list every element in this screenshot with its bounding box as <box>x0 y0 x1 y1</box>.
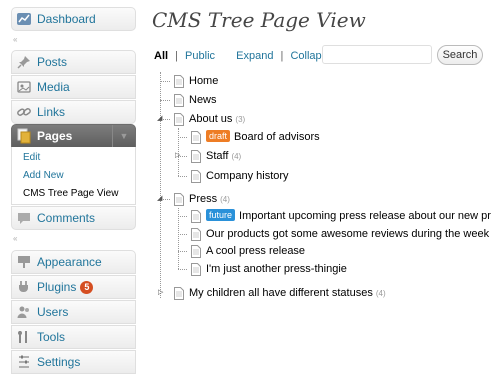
node-title: Staff <box>206 150 229 162</box>
view-filters: All | Public Expand | Collapse <box>154 50 333 62</box>
collapse-triangle-icon[interactable]: ◢ <box>157 115 162 123</box>
menu-label: Users <box>37 305 69 319</box>
admin-sidebar: Dashboard « Posts Media Links Pages ▼ Ed… <box>0 0 145 374</box>
pages-icon <box>17 128 31 144</box>
page-icon <box>191 149 201 163</box>
page-icon <box>174 74 184 88</box>
filter-separator: | <box>175 50 178 62</box>
page-icon <box>191 244 201 258</box>
menu-item-users[interactable]: Users <box>11 300 136 324</box>
search-input[interactable] <box>322 45 432 64</box>
search-button[interactable]: Search <box>437 45 483 65</box>
collapse-separator-icon[interactable]: « <box>13 235 17 243</box>
node-title: About us <box>189 113 233 125</box>
settings-icon <box>19 355 29 368</box>
pages-submenu: Edit Add New CMS Tree Page View <box>11 147 136 205</box>
media-icon <box>17 81 31 93</box>
page-icon <box>174 192 184 206</box>
node-title: A cool press release <box>206 245 306 257</box>
dashboard-icon <box>17 13 31 25</box>
child-count: (3) <box>235 115 246 124</box>
menu-item-links[interactable]: Links <box>11 100 136 124</box>
users-icon <box>17 306 29 318</box>
node-title: My children all have different statuses <box>189 287 373 299</box>
menu-label: Appearance <box>37 255 102 269</box>
page-icon <box>174 286 184 300</box>
node-title: Our products got some awesome reviews du… <box>206 228 490 240</box>
page-icon <box>174 93 184 107</box>
page-icon <box>191 262 201 276</box>
page-icon <box>191 130 201 144</box>
page-icon <box>191 227 201 241</box>
menu-label: Plugins 5 <box>37 276 94 298</box>
page-icon <box>191 209 201 223</box>
menu-item-posts[interactable]: Posts <box>11 50 136 74</box>
node-title: Home <box>189 75 219 87</box>
node-title: I'm just another press-thingie <box>206 263 347 275</box>
menu-label: Media <box>37 80 70 94</box>
expand-all-link[interactable]: Expand <box>236 50 273 62</box>
collapse-triangle-icon[interactable]: ◢ <box>157 195 162 203</box>
tree-node-news[interactable]: News <box>174 92 217 108</box>
tree-node-home[interactable]: Home <box>174 73 218 89</box>
menu-label: Tools <box>37 330 66 344</box>
submenu-toggle-icon[interactable]: ▼ <box>112 125 135 147</box>
tree-node-board-of-advisors[interactable]: draft Board of advisors <box>191 129 320 145</box>
tree-node-press-thingie[interactable]: I'm just another press-thingie <box>191 261 347 277</box>
tree-node-upcoming-press-release[interactable]: future Important upcoming press release a… <box>191 208 491 224</box>
tree-node-company-history[interactable]: Company history <box>191 168 289 184</box>
comment-icon <box>18 213 30 224</box>
child-count: (4) <box>375 289 386 298</box>
page-icon <box>191 169 201 183</box>
node-title: Important upcoming press release about o… <box>239 210 491 222</box>
plug-icon <box>19 281 28 292</box>
appearance-icon <box>18 256 30 268</box>
tree-node-cool-press-release[interactable]: A cool press release <box>191 243 305 259</box>
node-title: Company history <box>206 170 289 182</box>
submenu-item-edit[interactable]: Edit <box>23 152 40 163</box>
menu-label: Comments <box>37 211 96 225</box>
expand-triangle-icon[interactable]: ▷ <box>175 152 180 160</box>
menu-item-settings[interactable]: Settings <box>11 350 136 374</box>
link-icon <box>17 108 31 116</box>
menu-item-tools[interactable]: Tools <box>11 325 136 349</box>
filter-separator: | <box>280 50 284 62</box>
plugins-update-badge: 5 <box>80 281 94 294</box>
node-title: Press <box>189 193 218 205</box>
submenu-item-add-new[interactable]: Add New <box>23 170 64 181</box>
page-icon <box>174 112 184 126</box>
menu-item-comments[interactable]: Comments <box>11 206 136 230</box>
menu-label: Dashboard <box>37 12 96 26</box>
status-badge-draft: draft <box>206 130 231 142</box>
plugins-label: Plugins <box>37 280 77 294</box>
node-title: News <box>189 94 217 106</box>
submenu-item-cms-tree-page-view[interactable]: CMS Tree Page View <box>23 188 118 199</box>
tree-node-press[interactable]: Press (4) <box>174 191 230 207</box>
menu-label: Links <box>37 105 66 119</box>
filter-public-link[interactable]: Public <box>185 50 215 62</box>
child-count: (4) <box>220 195 230 204</box>
collapse-separator-icon[interactable]: « <box>13 36 17 44</box>
menu-item-media[interactable]: Media <box>11 75 136 99</box>
pin-icon <box>17 56 30 69</box>
menu-item-dashboard[interactable]: Dashboard <box>11 7 136 31</box>
tree-node-staff[interactable]: Staff (4) <box>191 148 241 164</box>
menu-item-appearance[interactable]: Appearance <box>11 250 136 274</box>
tree-node-about-us[interactable]: About us (3) <box>174 111 245 127</box>
page-title: CMS Tree Page View <box>152 8 366 32</box>
menu-label: Posts <box>37 55 68 69</box>
filter-all-link[interactable]: All <box>154 50 168 62</box>
tools-icon <box>18 331 27 343</box>
menu-label: Pages <box>37 129 73 143</box>
menu-item-plugins[interactable]: Plugins 5 <box>11 275 136 299</box>
node-title: Board of advisors <box>234 131 320 143</box>
tree-node-children-statuses[interactable]: My children all have different statuses(… <box>174 285 386 301</box>
menu-item-pages[interactable]: Pages ▼ <box>11 124 136 148</box>
child-count: (4) <box>231 152 242 161</box>
status-badge-future: future <box>206 209 236 221</box>
expand-triangle-icon[interactable]: ▷ <box>158 289 163 297</box>
tree-node-awesome-reviews[interactable]: Our products got some awesome reviews du… <box>191 226 489 242</box>
